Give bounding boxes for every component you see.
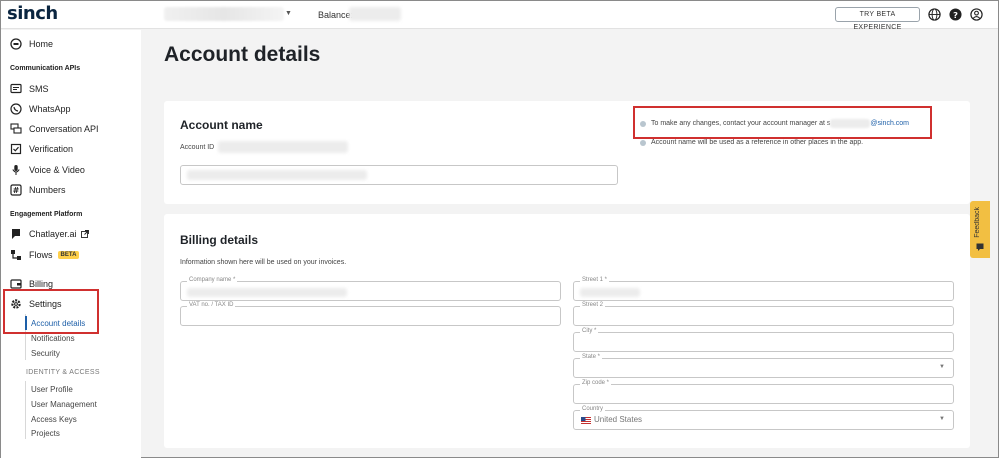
feedback-label: Feedback (974, 207, 981, 238)
whatsapp-icon (9, 102, 22, 115)
sidebar-item-label: Conversation API (29, 123, 99, 134)
state-select[interactable]: State * ▼ (573, 354, 954, 378)
us-flag-icon (581, 417, 591, 424)
sidebar-item-sms[interactable]: SMS (9, 82, 49, 95)
sidebar-item-user-management[interactable]: User Management (31, 400, 97, 409)
sidebar-item-home[interactable]: Home (9, 37, 53, 50)
company-name-input[interactable]: Company name * (180, 277, 561, 301)
sidebar-item-projects[interactable]: Projects (31, 429, 60, 438)
account-name-title: Account name (180, 118, 263, 132)
feedback-icon (976, 243, 984, 251)
street1-value (580, 288, 640, 297)
microphone-icon (9, 163, 22, 176)
sidebar-item-label: Verification (29, 143, 74, 154)
sidebar-item-voice-video[interactable]: Voice & Video (9, 163, 85, 176)
highlight-settings (3, 289, 99, 334)
sidebar-item-label: Billing (29, 278, 54, 289)
sidebar-item-verification[interactable]: Verification (9, 142, 73, 155)
balance-label: Balance: (318, 10, 354, 20)
street1-input[interactable]: Street 1 * (573, 277, 954, 301)
sidebar-item-label: SMS (29, 83, 49, 94)
sidebar-item-label: WhatsApp (29, 103, 71, 114)
city-label: City * (580, 328, 599, 334)
chevron-down-icon[interactable]: ▼ (285, 10, 292, 17)
highlight-contact-info (633, 106, 932, 139)
company-name-label: Company name * (187, 277, 238, 283)
billing-title: Billing details (180, 233, 259, 247)
zip-input[interactable]: Zip code * (573, 380, 954, 404)
company-name-value (187, 288, 347, 297)
account-id-value (218, 141, 348, 153)
conversation-icon (9, 122, 22, 135)
external-link-icon (80, 229, 89, 238)
section-engagement-platform: Engagement Platform (10, 211, 83, 218)
country-select[interactable]: Country United States ▼ (573, 406, 954, 430)
street2-label: Street 2 (580, 302, 606, 308)
identity-subnav-divider (25, 381, 26, 439)
svg-text:?: ? (953, 10, 958, 20)
info-icon (640, 139, 646, 146)
account-id-label: Account ID (180, 144, 215, 151)
street1-label: Street 1 * (580, 277, 610, 283)
globe-icon[interactable] (928, 8, 941, 21)
section-communication-apis: Communication APIs (10, 65, 81, 72)
city-input[interactable]: City * (573, 328, 954, 352)
page-title: Account details (164, 43, 321, 66)
account-name-input[interactable] (180, 165, 618, 185)
state-label: State * (580, 354, 603, 360)
country-value: United States (594, 415, 643, 424)
sidebar-item-whatsapp[interactable]: WhatsApp (9, 102, 71, 115)
sidebar-item-conversation-api[interactable]: Conversation API (9, 122, 99, 135)
country-label: Country (580, 406, 606, 412)
feedback-tab[interactable]: Feedback (970, 201, 990, 258)
user-icon[interactable] (970, 8, 983, 21)
sidebar-item-notifications[interactable]: Notifications (31, 334, 75, 343)
verification-icon (9, 142, 22, 155)
sidebar-item-label: Flows (29, 249, 53, 260)
sidebar-item-label: Numbers (29, 184, 66, 195)
billing-subtitle: Information shown here will be used on y… (180, 259, 347, 266)
identity-access-group: IDENTITY & ACCESS (26, 369, 100, 376)
home-icon (9, 37, 22, 50)
chatlayer-icon (9, 227, 22, 240)
chevron-down-icon: ▼ (939, 364, 945, 370)
sidebar-item-flows[interactable]: Flows BETA (9, 248, 80, 261)
balance-value (349, 7, 401, 21)
flows-icon (9, 248, 22, 261)
sidebar-item-numbers[interactable]: # Numbers (9, 183, 66, 196)
beta-badge: BETA (57, 250, 80, 259)
info-reference: Account name will be used as a reference… (640, 139, 863, 146)
message-icon (9, 82, 22, 95)
billing-details-card: Billing details Information shown here w… (164, 214, 970, 448)
svg-text:#: # (12, 186, 19, 195)
sinch-logo[interactable]: sinch (7, 3, 58, 24)
sidebar: Home Communication APIs SMS WhatsApp Con… (1, 30, 141, 458)
sidebar-item-label: Chatlayer.ai (29, 228, 77, 239)
hash-icon: # (9, 183, 22, 196)
account-name-value (187, 170, 367, 180)
street2-input[interactable]: Street 2 (573, 302, 954, 326)
help-icon[interactable]: ? (949, 8, 962, 21)
sidebar-item-label: Voice & Video (29, 164, 85, 175)
info-reference-text: Account name will be used as a reference… (651, 139, 864, 146)
top-bar: sinch ▼ Balance: TRY BETA EXPERIENCE ? (1, 1, 998, 31)
try-beta-button[interactable]: TRY BETA EXPERIENCE (835, 7, 920, 31)
vat-input[interactable]: VAT no. / TAX ID (180, 302, 561, 326)
vat-label: VAT no. / TAX ID (187, 302, 236, 308)
account-selector[interactable] (164, 7, 284, 21)
zip-label: Zip code * (580, 380, 612, 386)
sidebar-item-chatlayer[interactable]: Chatlayer.ai (9, 227, 89, 240)
sidebar-item-security[interactable]: Security (31, 349, 60, 358)
sidebar-item-label: Home (29, 38, 54, 49)
sidebar-item-user-profile[interactable]: User Profile (31, 385, 73, 394)
sidebar-item-access-keys[interactable]: Access Keys (31, 415, 77, 424)
chevron-down-icon: ▼ (939, 416, 945, 422)
